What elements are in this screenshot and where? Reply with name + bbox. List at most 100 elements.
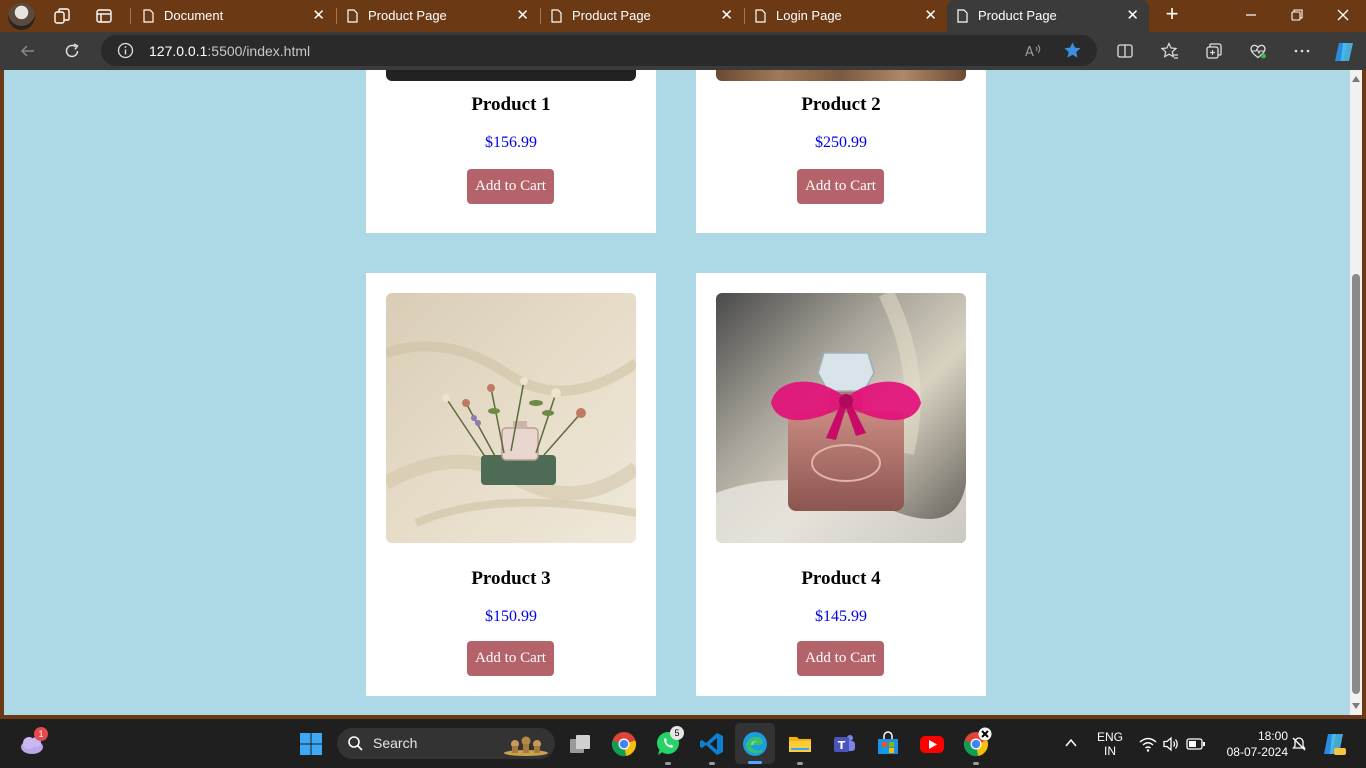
close-icon[interactable]: ✕ <box>1126 7 1139 25</box>
tab-strip: Document ✕ Product Page ✕ Product Page ✕… <box>0 0 1366 32</box>
favorite-star-icon[interactable] <box>1063 41 1082 60</box>
microsoft-store-icon[interactable] <box>875 731 901 757</box>
browser-toolbar: 127.0.0.1:5500/index.html A <box>0 32 1366 70</box>
back-icon[interactable] <box>18 41 38 61</box>
volume-icon[interactable] <box>1162 736 1180 752</box>
running-indicator <box>973 762 979 765</box>
product-card: Product 3 $150.99 Add to Cart <box>366 273 656 696</box>
favorites-icon[interactable] <box>1160 41 1180 61</box>
weather-widget[interactable]: 1 <box>18 727 48 757</box>
do-not-disturb-icon[interactable] <box>1291 736 1307 752</box>
product-image <box>386 70 636 81</box>
more-options-icon[interactable] <box>1292 41 1312 61</box>
running-indicator <box>709 762 715 765</box>
profile-avatar[interactable] <box>8 3 35 30</box>
restore-icon[interactable] <box>1287 5 1307 25</box>
read-aloud-icon[interactable]: A <box>1024 42 1042 60</box>
svg-text:A: A <box>1025 45 1034 60</box>
tab-title: Product Page <box>978 8 1057 23</box>
copilot-taskbar-icon[interactable] <box>1321 731 1347 757</box>
whatsapp-badge: 5 <box>670 726 684 740</box>
running-indicator <box>797 762 803 765</box>
edge-taskbar-button-active[interactable] <box>735 723 775 764</box>
browser-essentials-icon[interactable] <box>1248 41 1268 61</box>
profile-badge-icon <box>978 727 992 741</box>
close-icon[interactable]: ✕ <box>516 7 529 25</box>
chrome-icon[interactable] <box>611 731 637 757</box>
add-to-cart-button[interactable]: Add to Cart <box>467 641 554 676</box>
refresh-icon[interactable] <box>62 41 82 61</box>
page-icon <box>143 9 154 23</box>
scroll-down-arrow-icon[interactable] <box>1352 703 1360 709</box>
add-to-cart-button[interactable]: Add to Cart <box>797 641 884 676</box>
language-indicator[interactable]: ENG IN <box>1094 730 1126 758</box>
product-name: Product 4 <box>801 568 881 589</box>
product-price: $145.99 <box>815 608 867 625</box>
url-host: 127.0.0.1 <box>149 43 208 59</box>
collections-icon[interactable] <box>1204 41 1224 61</box>
show-hidden-icons-icon[interactable] <box>1064 736 1078 750</box>
tab-title: Login Page <box>776 8 842 23</box>
vertical-tabs-icon[interactable] <box>95 7 113 25</box>
battery-icon[interactable] <box>1186 737 1206 751</box>
url-text[interactable]: 127.0.0.1:5500/index.html <box>149 43 310 59</box>
product-price: $250.99 <box>815 134 867 151</box>
close-icon[interactable]: ✕ <box>312 7 325 25</box>
product-name: Product 1 <box>471 94 551 115</box>
split-screen-icon[interactable] <box>1115 41 1135 61</box>
window-border <box>1362 70 1366 715</box>
whatsapp-button[interactable]: 5 <box>655 726 684 759</box>
new-tab-button[interactable]: + <box>1161 3 1183 27</box>
product-card: Product 4 $145.99 Add to Cart <box>696 273 986 696</box>
wifi-icon[interactable] <box>1139 736 1157 752</box>
task-view-icon[interactable] <box>567 731 593 757</box>
add-to-cart-button[interactable]: Add to Cart <box>797 169 884 204</box>
page-icon <box>347 9 358 23</box>
search-icon <box>348 736 363 751</box>
page-icon <box>551 9 562 23</box>
product-price: $150.99 <box>485 608 537 625</box>
workspaces-icon[interactable] <box>53 7 71 25</box>
windows-start-icon[interactable] <box>299 732 323 756</box>
taskbar-search[interactable]: Search <box>337 728 555 759</box>
close-icon[interactable]: ✕ <box>720 7 733 25</box>
page-scrollbar[interactable] <box>1350 70 1362 715</box>
tab-separator <box>130 8 131 24</box>
vscode-icon[interactable] <box>699 731 725 757</box>
tab-product-page[interactable]: Product Page ✕ <box>541 0 743 32</box>
page-viewport: Product 1 $156.99 Add to Cart Product 2 … <box>4 70 1350 715</box>
minimize-icon[interactable] <box>1241 5 1261 25</box>
tab-title: Document <box>164 8 224 23</box>
active-indicator <box>748 761 762 764</box>
product-image <box>386 293 636 543</box>
running-indicator <box>665 762 671 765</box>
url-path: :5500/index.html <box>207 43 311 59</box>
scroll-up-arrow-icon[interactable] <box>1352 76 1360 82</box>
tab-title: Product Page <box>572 8 651 23</box>
region-code: IN <box>1104 744 1116 758</box>
page-icon <box>957 9 968 23</box>
add-to-cart-button[interactable]: Add to Cart <box>467 169 554 204</box>
close-icon[interactable]: ✕ <box>924 7 937 25</box>
tab-login-page[interactable]: Login Page ✕ <box>745 0 947 32</box>
tab-document[interactable]: Document ✕ <box>133 0 335 32</box>
clock-time: 18:00 <box>1257 729 1288 743</box>
tab-product-page-active[interactable]: Product Page ✕ <box>947 0 1149 32</box>
info-icon[interactable] <box>117 42 134 59</box>
scroll-thumb[interactable] <box>1352 274 1360 694</box>
file-explorer-icon[interactable] <box>787 731 813 757</box>
teams-icon[interactable]: T <box>831 731 857 757</box>
tab-product-page[interactable]: Product Page ✕ <box>337 0 539 32</box>
product-name: Product 2 <box>801 94 881 115</box>
address-bar[interactable]: 127.0.0.1:5500/index.html A <box>101 35 1097 66</box>
perfume-with-flowers-image <box>386 293 636 543</box>
perfume-bottle-with-bow-image <box>716 293 966 543</box>
clock[interactable]: 18:00 08-07-2024 <box>1216 728 1288 760</box>
copilot-icon[interactable] <box>1332 40 1356 64</box>
chrome-profile-button[interactable] <box>963 727 992 759</box>
close-window-icon[interactable] <box>1333 5 1353 25</box>
product-card: Product 1 $156.99 Add to Cart <box>366 70 656 233</box>
weather-badge: 1 <box>34 727 48 741</box>
product-image <box>716 70 966 81</box>
youtube-icon[interactable] <box>919 731 945 757</box>
